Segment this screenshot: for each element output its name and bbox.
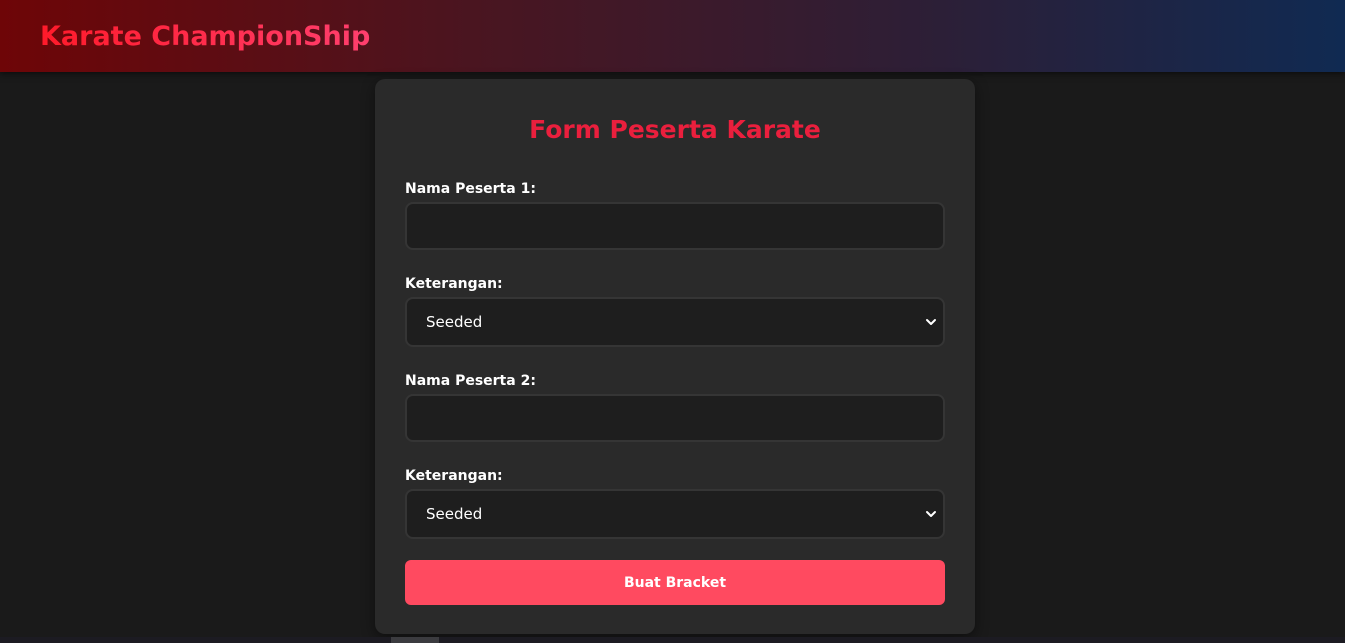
note-1-label: Keterangan: xyxy=(405,276,503,292)
horizontal-scrollbar[interactable] xyxy=(0,637,1345,643)
note-2-select[interactable]: Seeded xyxy=(405,489,945,539)
chevron-down-icon xyxy=(926,319,936,325)
create-bracket-button[interactable]: Buat Bracket xyxy=(405,560,945,605)
participant-form: Form Peserta Karate Nama Peserta 1: Kete… xyxy=(375,79,975,634)
note-2-label: Keterangan: xyxy=(405,468,503,484)
participant-1-input[interactable] xyxy=(405,202,945,250)
chevron-down-icon xyxy=(926,511,936,517)
note-1-selected-value: Seeded xyxy=(426,313,483,331)
note-2-selected-value: Seeded xyxy=(426,505,483,523)
participant-2-input[interactable] xyxy=(405,394,945,442)
app-header: Karate ChampionShip xyxy=(0,0,1345,72)
note-1-select[interactable]: Seeded xyxy=(405,297,945,347)
form-title: Form Peserta Karate xyxy=(529,115,821,144)
participant-1-label: Nama Peserta 1: xyxy=(405,181,536,197)
horizontal-scrollbar-thumb[interactable] xyxy=(391,637,439,643)
app-brand[interactable]: Karate ChampionShip xyxy=(40,19,370,55)
participant-2-label: Nama Peserta 2: xyxy=(405,373,536,389)
